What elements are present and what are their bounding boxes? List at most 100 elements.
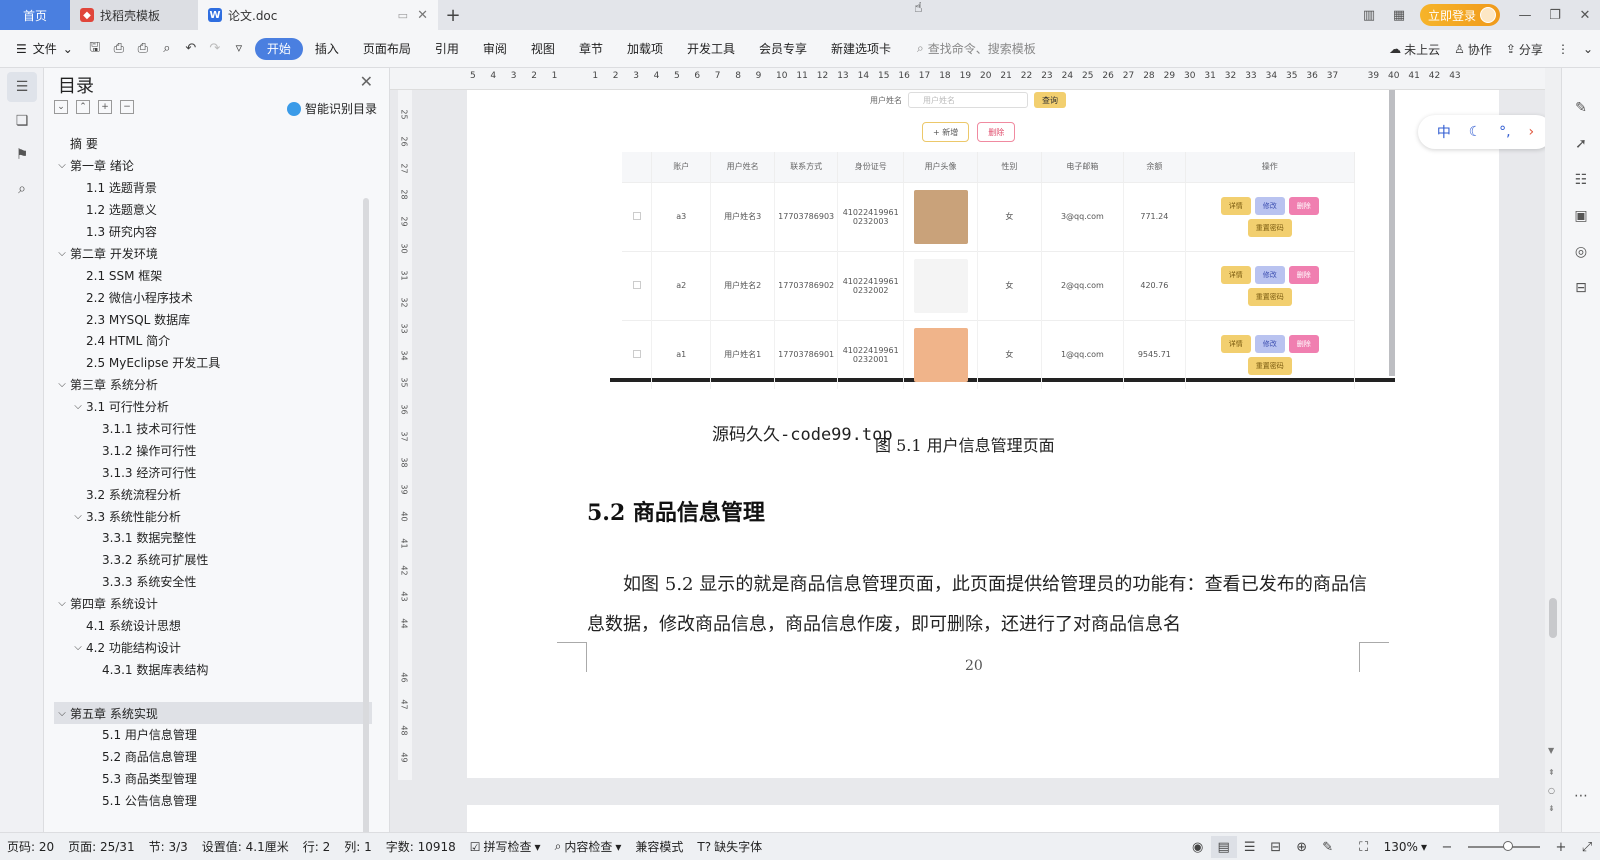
chevron-down-icon[interactable]: ⌵ [54, 248, 70, 259]
more-icon[interactable]: ⋮ [1550, 42, 1576, 56]
chevron-down-icon[interactable]: ⌵ [70, 401, 86, 412]
horizontal-ruler[interactable]: 5 4 3 2 1 1 2 3 4 5 6 7 8 9 10 11 12 13 14 15 16 17 18 19 20 21 22… [390, 68, 1545, 90]
save-icon[interactable]: 🖫 [84, 38, 106, 60]
chevron-down-icon[interactable]: ⌵ [54, 379, 70, 390]
toc-item[interactable]: ⌵ 第五章 系统实现 [54, 702, 372, 725]
toc-item[interactable]: 3.3.3 系统安全性 [54, 571, 372, 593]
new-tab-button[interactable]: + [438, 0, 468, 30]
toc-item[interactable]: 1.1 选题背景 [54, 177, 372, 199]
float-window-icon[interactable]: ▭ [398, 9, 408, 22]
smart-toc-button[interactable]: 智能识别目录 [286, 100, 377, 117]
ime-lang[interactable]: 中 [1437, 122, 1451, 142]
menu-new-tab[interactable]: 新建选项卡 [819, 38, 903, 60]
search-icon[interactable]: ⌕ [7, 174, 37, 204]
status-setting[interactable]: 设置值: 4.1厘米 [195, 838, 296, 855]
moon-icon[interactable]: ☾ [1469, 124, 1482, 140]
tab-home[interactable]: 首页 [0, 0, 70, 30]
close-icon[interactable]: ✕ [360, 72, 373, 91]
status-words[interactable]: 字数: 10918 [379, 838, 463, 855]
chevron-down-icon[interactable]: ⌵ [54, 708, 70, 719]
toc-panel-icon[interactable]: ☰ [7, 72, 37, 102]
zoom-in-icon[interactable]: + [1548, 836, 1574, 858]
toc-scrollbar[interactable] [363, 198, 369, 838]
file-menu[interactable]: ☰ 文件 ⌄ [0, 40, 83, 57]
settings-sliders-icon[interactable]: ☷ [1567, 166, 1595, 194]
ime-toolbar[interactable]: 中 ☾ °, › [1418, 115, 1553, 149]
toc-item[interactable]: 3.1.3 经济可行性 [54, 461, 372, 483]
toc-item[interactable]: 1.3 研究内容 [54, 221, 372, 243]
undo-icon[interactable]: ↶ [180, 38, 202, 60]
cloud-button[interactable]: ☁ 未上云 [1382, 41, 1447, 58]
tab-document[interactable]: W 论文.doc ▭ ✕ [198, 0, 438, 30]
vertical-ruler[interactable]: 25 26 27 28 29 30 31 32 33 34 35 36 37 38 39 40 41 42 43 44… [398, 90, 412, 780]
image-tool-icon[interactable]: ▣ [1567, 202, 1595, 230]
menu-chapter[interactable]: 章节 [567, 38, 615, 60]
chevron-down-icon[interactable]: ⌵ [54, 598, 70, 609]
collapse-all-icon[interactable]: ⌃ [76, 100, 90, 114]
zoom-level[interactable]: 130% ▾ [1377, 840, 1434, 854]
status-pages[interactable]: 页面: 25/31 [61, 838, 141, 855]
chevron-right-icon[interactable]: › [1528, 124, 1534, 140]
prev-page-icon[interactable]: ⇞ [1548, 768, 1555, 777]
chevron-down-icon[interactable]: ⌵ [70, 511, 86, 522]
menu-view[interactable]: 视图 [519, 38, 567, 60]
missing-font-button[interactable]: T? 缺失字体 [690, 838, 769, 855]
write-view-icon[interactable]: ✎ [1315, 836, 1341, 858]
toc-item[interactable]: 3.3.2 系统可扩展性 [54, 549, 372, 571]
toc-item[interactable]: 4.3.1 数据库表结构 [54, 658, 372, 680]
toc-item[interactable]: 5.1 公告信息管理 [54, 790, 372, 812]
chevron-down-icon[interactable]: ⌵ [54, 160, 70, 171]
status-section[interactable]: 节: 3/3 [142, 838, 195, 855]
apps-grid-icon[interactable]: ▦ [1384, 0, 1414, 30]
toc-item[interactable]: 3.3.1 数据完整性 [54, 527, 372, 549]
zoom-slider[interactable] [1468, 841, 1540, 851]
chevron-down-icon[interactable]: ⌵ [70, 642, 86, 653]
reader-icon[interactable]: ⊟ [1567, 274, 1595, 302]
restore-icon[interactable]: ❐ [1540, 0, 1570, 30]
toc-item[interactable]: 5.3 商品类型管理 [54, 768, 372, 790]
toc-item[interactable]: ⌵ 第一章 绪论 [54, 155, 372, 177]
redo-icon[interactable]: ↷ [204, 38, 226, 60]
toc-item[interactable]: 3.1.2 操作可行性 [54, 439, 372, 461]
status-row[interactable]: 行: 2 [296, 838, 338, 855]
customize-toolbar-icon[interactable]: ▿ [228, 38, 250, 60]
toc-item[interactable]: 5.1 用户信息管理 [54, 724, 372, 746]
menu-insert[interactable]: 插入 [303, 38, 351, 60]
fullscreen-icon[interactable]: ⤢ [1574, 836, 1600, 858]
toc-item[interactable]: ⌵ 第四章 系统设计 [54, 593, 372, 615]
toc-item[interactable]: ⌵ 3.1 可行性分析 [54, 396, 372, 418]
zoom-slider-knob[interactable] [1502, 841, 1513, 851]
select-browse-icon[interactable]: ○ [1548, 786, 1555, 795]
collapse-ribbon-icon[interactable]: ⌄ [1576, 42, 1600, 56]
punctuation-icon[interactable]: °, [1499, 124, 1510, 140]
minimize-icon[interactable]: — [1510, 0, 1540, 30]
tab-docer[interactable]: ◆ 找稻壳模板 [70, 0, 198, 30]
navigation-icon[interactable]: ❏ [7, 106, 37, 136]
remove-heading-icon[interactable]: − [120, 100, 134, 114]
layout-icon[interactable]: ▥ [1354, 0, 1384, 30]
expand-all-icon[interactable]: ⌄ [54, 100, 68, 114]
login-button[interactable]: 立即登录 [1419, 4, 1500, 26]
bookmark-icon[interactable]: ⚑ [7, 140, 37, 170]
toc-item[interactable]: 5.2 商品信息管理 [54, 746, 372, 768]
toc-item[interactable]: 2.2 微信小程序技术 [54, 286, 372, 308]
next-page-icon[interactable]: ⇟ [1548, 804, 1555, 813]
scroll-thumb[interactable] [1549, 598, 1557, 638]
more-icon[interactable]: ⋯ [1567, 782, 1595, 810]
toc-item[interactable]: 2.5 MyEclipse 开发工具 [54, 352, 372, 374]
toc-item[interactable]: 2.4 HTML 简介 [54, 330, 372, 352]
toc-item[interactable]: 2.1 SSM 框架 [54, 264, 372, 286]
toc-item[interactable]: ⌵ 第三章 系统分析 [54, 374, 372, 396]
toc-item[interactable]: 2.3 MYSQL 数据库 [54, 308, 372, 330]
menu-start[interactable]: 开始 [254, 37, 303, 60]
add-heading-icon[interactable]: + [98, 100, 112, 114]
document-scrollbar[interactable]: ▼ ⇞ ○ ⇟ [1545, 68, 1561, 832]
compat-mode[interactable]: 兼容模式 [628, 838, 690, 855]
status-col[interactable]: 列: 1 [337, 838, 379, 855]
toc-item[interactable]: ⌵ 4.2 功能结构设计 [54, 636, 372, 658]
edit-icon[interactable]: ✎ [1567, 94, 1595, 122]
toc-item[interactable]: 3.2 系统流程分析 [54, 483, 372, 505]
command-search[interactable]: ⌕ 查找命令、搜索模板 [917, 40, 1036, 57]
menu-page-layout[interactable]: 页面布局 [351, 38, 423, 60]
spell-check-button[interactable]: ☑ 拼写检查 ▾ [463, 838, 548, 855]
